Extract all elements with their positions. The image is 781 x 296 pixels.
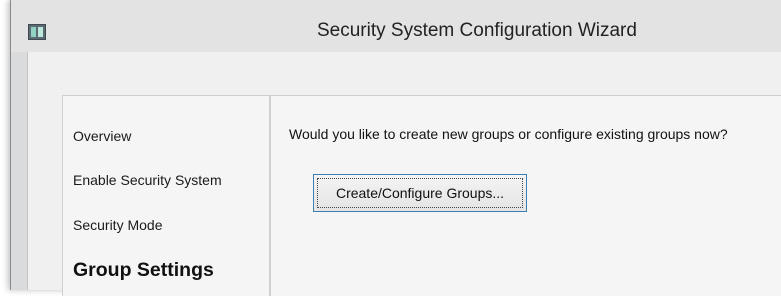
wizard-window: Security System Configuration Wizard Ove…: [10, 0, 781, 296]
app-icon-pane-left: [31, 27, 36, 37]
window-title: Security System Configuration Wizard: [317, 20, 637, 41]
step-navigation-panel: Overview Enable Security System Security…: [62, 95, 270, 296]
group-question-text: Would you like to create new groups or c…: [289, 126, 728, 142]
title-bar: Security System Configuration Wizard: [11, 0, 781, 52]
button-label: Create/Configure Groups...: [335, 185, 505, 201]
nav-item-enable-security-system[interactable]: Enable Security System: [73, 172, 222, 188]
wizard-app-icon[interactable]: [28, 24, 46, 40]
step-content-panel: Would you like to create new groups or c…: [270, 95, 781, 296]
nav-item-group-settings[interactable]: Group Settings: [73, 259, 214, 282]
nav-item-security-mode[interactable]: Security Mode: [73, 217, 162, 233]
create-configure-groups-button[interactable]: Create/Configure Groups...: [313, 174, 527, 212]
wizard-body: Overview Enable Security System Security…: [27, 52, 781, 296]
nav-item-overview[interactable]: Overview: [73, 128, 131, 144]
app-icon-pane-right: [38, 27, 43, 37]
